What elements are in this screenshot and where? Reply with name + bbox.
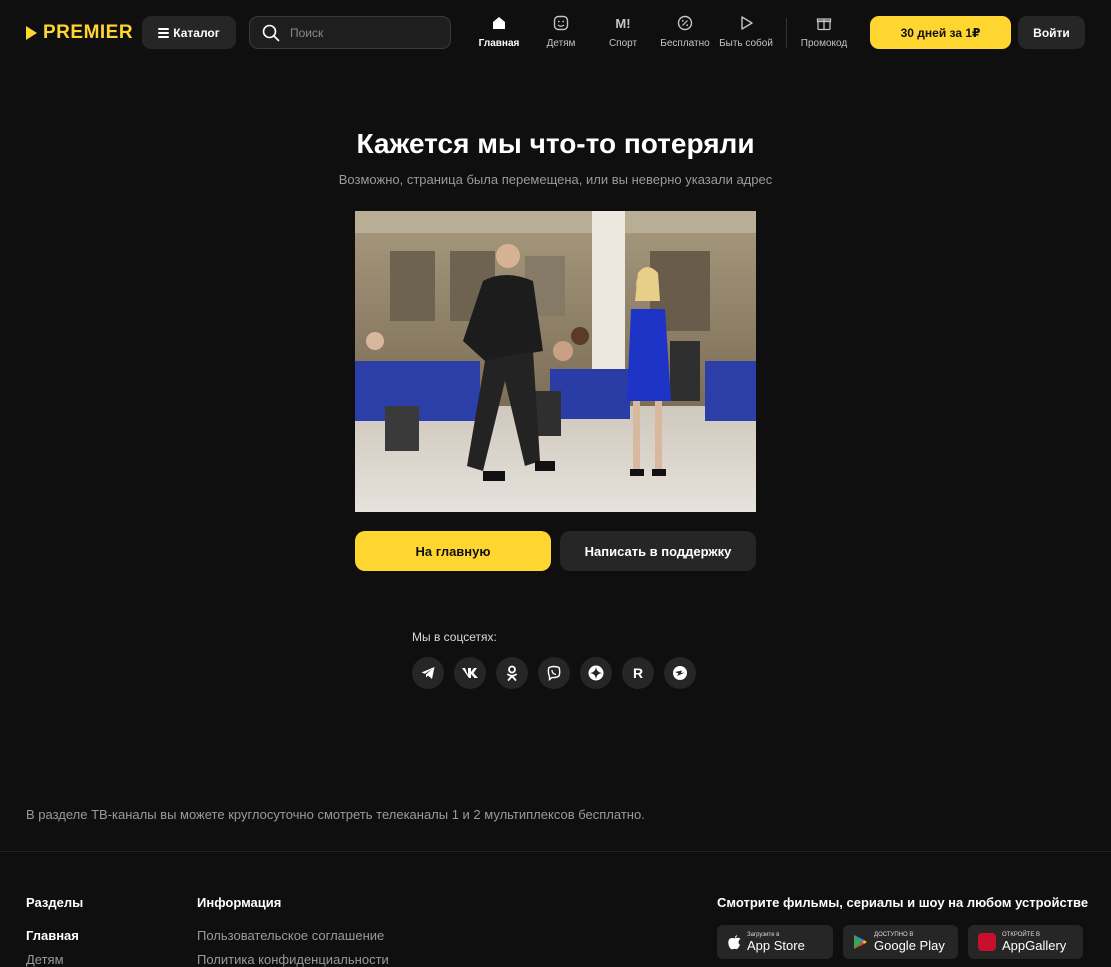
kids-face-icon	[552, 14, 570, 32]
catalog-button[interactable]: Каталог	[142, 16, 236, 49]
go-home-button[interactable]: На главную	[355, 531, 551, 571]
nav-kids[interactable]: Детям	[541, 14, 581, 54]
premier-logo[interactable]: PREMIER	[26, 22, 133, 44]
menu-icon	[158, 27, 170, 38]
subscribe-promo-button[interactable]: 30 дней за 1₽	[870, 16, 1011, 49]
footer-link-terms[interactable]: Пользовательское соглашение	[197, 928, 384, 943]
nav-sport-label: Спорт	[608, 38, 638, 49]
page-subtitle: Возможно, страница была перемещена, или …	[338, 172, 773, 187]
home-icon	[490, 14, 508, 32]
page-title: Кажется мы что-то потеряли	[356, 128, 755, 159]
nav-promo-label: Промокод	[800, 38, 848, 49]
app-store-name: App Store	[747, 937, 805, 953]
nav-sport[interactable]: M! Спорт	[603, 14, 643, 54]
nav-be-yourself-label: Быть собой	[719, 38, 773, 49]
footer-devices-title: Смотрите фильмы, сериалы и шоу на любом …	[717, 895, 1089, 910]
play-icon	[737, 14, 755, 32]
footer-info-title: Информация	[197, 895, 282, 910]
catalog-label: Каталог	[173, 25, 220, 40]
footer-link-home[interactable]: Главная	[26, 928, 79, 943]
vk-icon[interactable]	[454, 657, 486, 689]
yappy-icon[interactable]	[664, 657, 696, 689]
search-box[interactable]	[249, 16, 451, 49]
nav-promo[interactable]: Промокод	[799, 14, 849, 54]
nav-be-yourself[interactable]: Быть собой	[717, 14, 775, 54]
google-play-icon	[854, 935, 867, 949]
social-links: R	[412, 657, 696, 689]
login-button[interactable]: Войти	[1018, 16, 1085, 49]
app-gallery-name: AppGallery	[1002, 937, 1067, 953]
gift-icon	[815, 14, 833, 32]
social-label: Мы в соцсетях:	[412, 630, 497, 644]
dzen-icon[interactable]	[580, 657, 612, 689]
google-play-badge[interactable]: ДОСТУПНО В Google Play	[843, 925, 958, 959]
sport-icon: M!	[615, 15, 631, 31]
contact-support-button[interactable]: Написать в поддержку	[560, 531, 756, 571]
telegram-icon[interactable]	[412, 657, 444, 689]
rutube-icon[interactable]: R	[622, 657, 654, 689]
logo-text: PREMIER	[43, 22, 134, 43]
nav-divider	[786, 18, 787, 48]
odnoklassniki-icon[interactable]	[496, 657, 528, 689]
nav-kids-label: Детям	[546, 38, 576, 49]
app-gallery-badge[interactable]: ОТКРОЙТЕ В AppGallery	[968, 925, 1083, 959]
huawei-icon	[978, 933, 996, 951]
search-input[interactable]	[290, 25, 430, 40]
header: PREMIER Каталог Главная Детям M! Спорт Б…	[0, 0, 1111, 64]
apple-icon	[728, 935, 741, 950]
footer-divider	[0, 851, 1111, 852]
footer-sections-title: Разделы	[26, 895, 84, 910]
google-play-name: Google Play	[874, 937, 945, 953]
nav-free-label: Бесплатно	[660, 38, 710, 49]
tv-channels-info: В разделе ТВ-каналы вы можете круглосуто…	[26, 807, 645, 822]
nav-free[interactable]: Бесплатно	[657, 14, 713, 54]
viber-icon[interactable]	[538, 657, 570, 689]
error-gif-image	[355, 211, 756, 512]
search-icon	[262, 24, 280, 41]
free-percent-icon	[676, 14, 694, 32]
nav-home-label: Главная	[478, 38, 520, 49]
nav-home[interactable]: Главная	[479, 14, 519, 54]
logo-play-icon	[26, 26, 37, 40]
app-store-badge[interactable]: Загрузите в App Store	[717, 925, 833, 959]
